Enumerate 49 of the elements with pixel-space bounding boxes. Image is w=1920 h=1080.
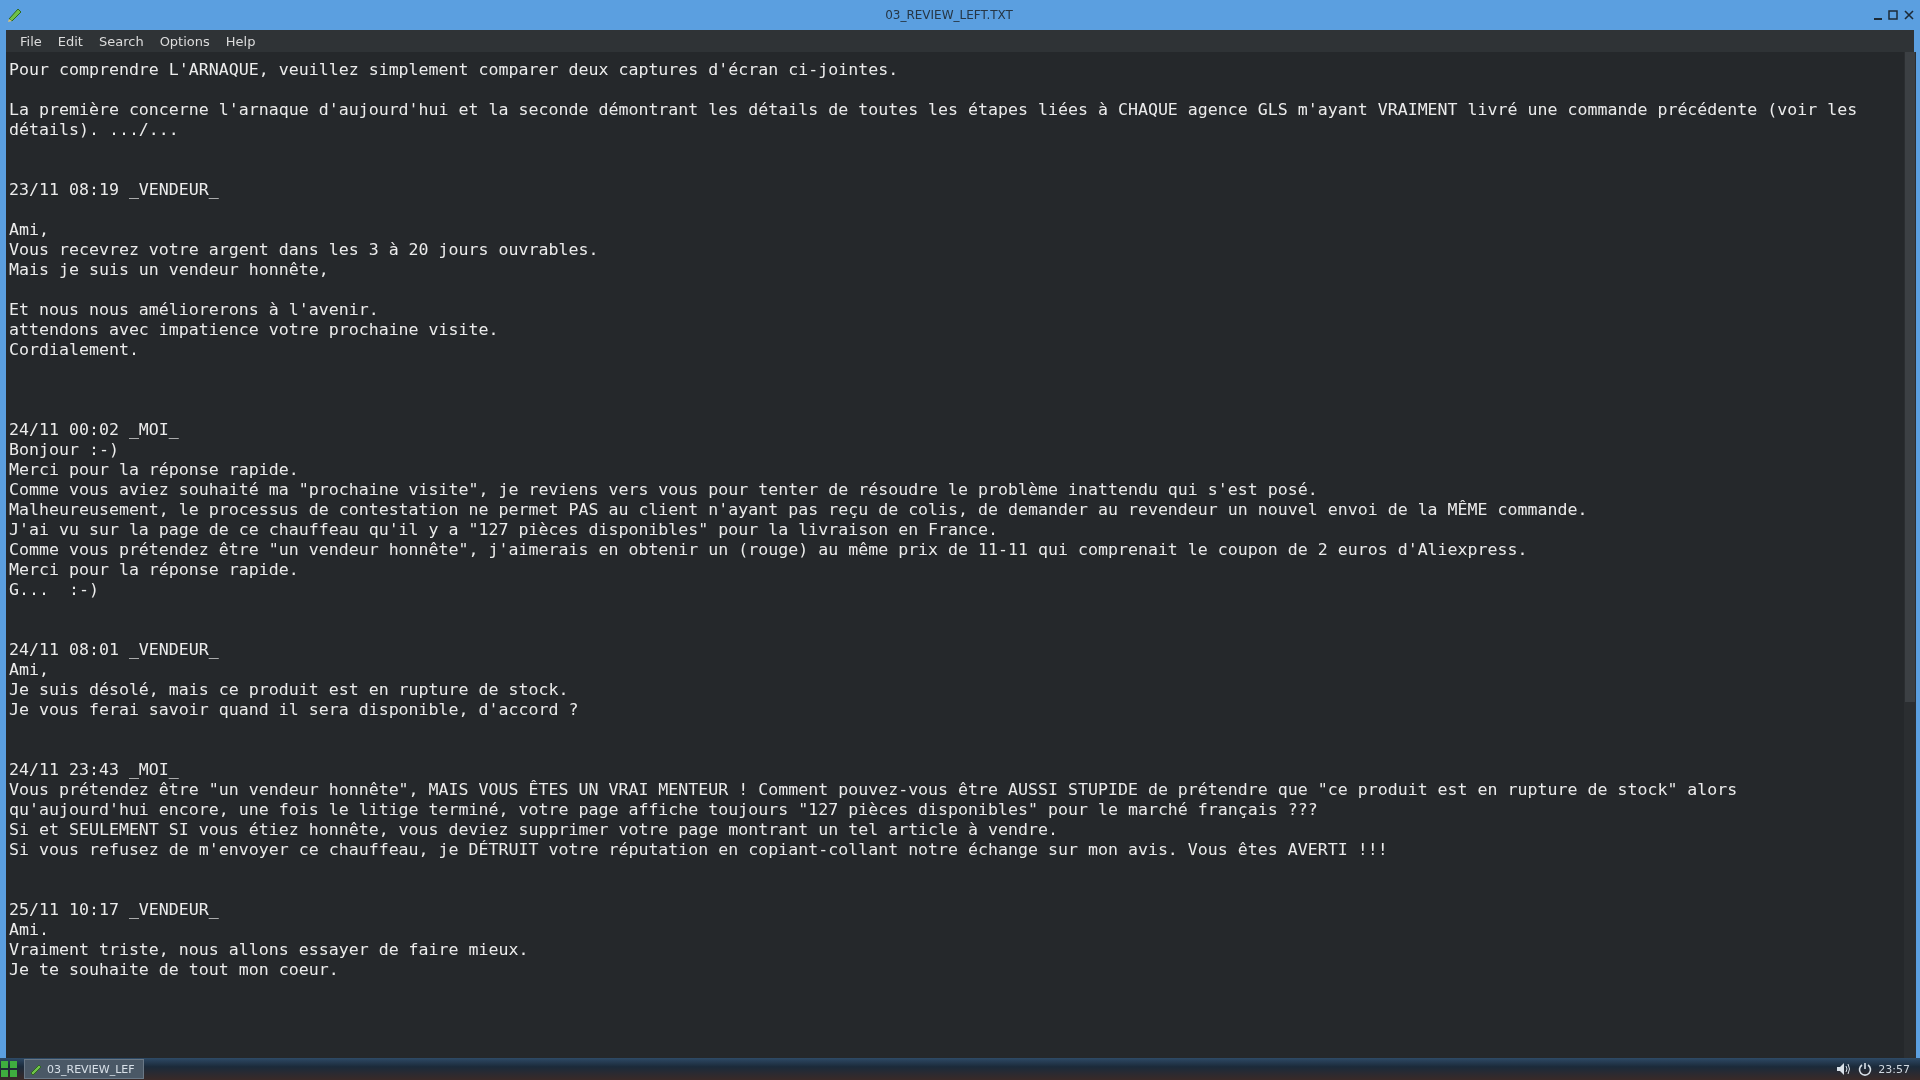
speaker-icon (1836, 1062, 1853, 1076)
menu-item[interactable]: Help (217, 33, 264, 49)
text-line: Ami, (9, 660, 49, 679)
menu-item[interactable]: Options (151, 33, 218, 49)
text-line: Malheureusement, le processus de contestation ne permet PAS au client n'ayant pas reçu de colis, de demander au revendeur un nouvel envoi de la MÊME commande. (9, 500, 1588, 519)
text-line: Mais je suis un vendeur honnête, (9, 260, 329, 279)
text-line: Si vous refusez de m'envoyer ce chauffeau, je DÉTRUIT votre réputation en copiant-collant notre échange sur mon avis. Vous êtes AVERTI !!! (9, 840, 1388, 859)
text-line: 24/11 23:43 _MOI_ (9, 760, 179, 779)
text-line: attendons avec impatience votre prochaine visite. (9, 320, 499, 339)
minimize-icon (1874, 18, 1882, 20)
text-line: Ami, (9, 220, 49, 239)
text-line: Ami. (9, 920, 49, 939)
text-line: Pour comprendre L'ARNAQUE, veuillez simplement comparer deux captures d'écran ci-jointes. (9, 60, 899, 79)
text-line: Vous recevrez votre argent dans les 3 à 20 jours ouvrables. (9, 240, 599, 259)
text-line: Cordialement. (9, 340, 139, 359)
menu-item[interactable]: Search (90, 33, 152, 49)
text-line: Je vous ferai savoir quand il sera disponible, d'accord ? (9, 700, 579, 719)
text-line: Merci pour la réponse rapide. (9, 560, 299, 579)
text-line: 23/11 08:19 _VENDEUR_ (9, 180, 219, 199)
text-line: 24/11 00:02 _MOI_ (9, 420, 179, 439)
power-icon (1858, 1062, 1873, 1076)
text-line: 24/11 08:01 _VENDEUR_ (9, 640, 219, 659)
text-line: détails). .../... (9, 120, 179, 139)
clock: 23:57 (1878, 1062, 1910, 1076)
app-logo-icon (6, 6, 24, 24)
text-line: G... :-) (9, 580, 99, 599)
text-line: Merci pour la réponse rapide. (9, 460, 299, 479)
start-menu-icon (0, 1060, 18, 1078)
text-line: J'ai vu sur la page de ce chauffeau qu'il y a "127 pièces disponibles" pour la livraison en France. (9, 520, 999, 539)
text-line: Comme vous aviez souhaité ma "prochaine visite", je reviens vers vous pour tenter de résoudre le problème inattendu qui s'est posé. (9, 480, 1318, 499)
text-line: 25/11 10:17 _VENDEUR_ (9, 900, 219, 919)
menu-item[interactable]: Edit (49, 33, 91, 49)
menu-item[interactable]: File (12, 33, 50, 49)
text-line: Comme vous prétendez être "un vendeur honnête", j'aimerais en obtenir un (rouge) au même prix de 11-11 qui comprenait le coupon de 2 euros d'Aliexpress. (9, 540, 1528, 559)
text-line: Et nous nous améliorerons à l'avenir. (9, 300, 379, 319)
text-line: Je te souhaite de tout mon coeur. (9, 960, 339, 979)
text-line: Si et SEULEMENT SI vous étiez honnête, vous deviez supprimer votre page montrant un tel article à vendre. (9, 820, 1058, 839)
text-line: Vraiment triste, nous allons essayer de faire mieux. (9, 940, 529, 959)
maximize-icon (1888, 10, 1898, 20)
scrollbar[interactable] (1904, 52, 1916, 1058)
text-line: La première concerne l'arnaque d'aujourd'hui et la seconde démontrant les détails de toutes les étapes liées à CHAQUE agence GLS m'ayant VRAIMENT livré une commande précédente (voir les (9, 100, 1858, 119)
text-line: qu'aujourd'hui encore, une fois le litige terminé, votre page affiche toujours "127 pièces disponibles" pour le marché français ??? (9, 800, 1318, 819)
text-line: Je suis désolé, mais ce produit est en rupture de stock. (9, 680, 569, 699)
app-logo-icon (29, 1062, 43, 1076)
close-icon (1904, 10, 1914, 20)
taskbar-button[interactable]: 03_REVIEW_LEF (24, 1059, 144, 1079)
text-line: Vous prétendez être "un vendeur honnête", MAIS VOUS ÊTES UN VRAI MENTEUR ! Comment pouvez-vous être AUSSI STUPIDE de prétendre que "ce produit est en rupture de stock" alors (9, 780, 1738, 799)
text-line: Bonjour :-) (9, 440, 119, 459)
window-title: 03_REVIEW_LEFT.TXT (884, 8, 1014, 22)
